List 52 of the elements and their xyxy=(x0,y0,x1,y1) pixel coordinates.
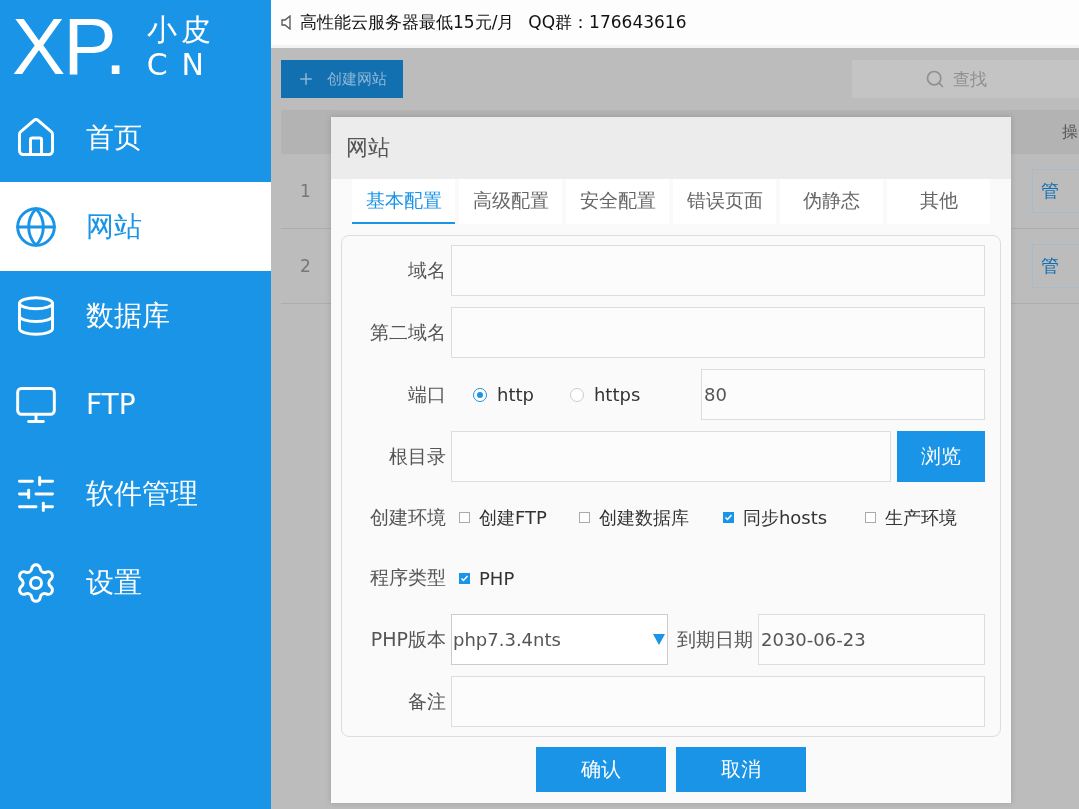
column-header: 操 xyxy=(1062,121,1078,143)
tab[interactable]: 错误页面 xyxy=(673,179,776,224)
tab[interactable]: 基本配置 xyxy=(352,179,455,224)
checkbox-option[interactable]: 生产环境 xyxy=(865,505,958,530)
field-label: 第二域名 xyxy=(369,319,447,345)
checkbox-option[interactable]: 创建FTP xyxy=(459,505,547,530)
dialog-title: 网站 xyxy=(331,117,1011,179)
field-label: 程序类型 xyxy=(369,565,447,591)
row-number: 1 xyxy=(299,181,312,201)
tab[interactable]: 安全配置 xyxy=(566,179,669,224)
version-select[interactable]: php7.3.4nts xyxy=(451,614,668,665)
input-field[interactable] xyxy=(451,307,985,358)
nav-item[interactable]: 设置 xyxy=(0,538,271,627)
field-label: PHP版本 xyxy=(369,626,447,652)
cancel-button[interactable]: 取消 xyxy=(676,747,806,792)
tab[interactable]: 高级配置 xyxy=(459,179,562,224)
port-field[interactable]: 80 xyxy=(701,369,985,420)
nav-item[interactable]: 软件管理 xyxy=(0,449,271,538)
checkbox-option[interactable]: PHP xyxy=(459,567,515,589)
row-number: 2 xyxy=(299,256,312,276)
nav-item[interactable]: 数据库 xyxy=(0,271,271,360)
nav-item[interactable]: 首页 xyxy=(0,93,271,182)
field-label: 备注 xyxy=(407,688,447,714)
input-field[interactable] xyxy=(451,245,985,296)
browse-button[interactable]: 浏览 xyxy=(897,431,985,482)
field-label: 端口 xyxy=(407,381,447,407)
nav-item[interactable]: FTP xyxy=(0,360,271,449)
tab[interactable]: 伪静态 xyxy=(780,179,883,224)
input-field[interactable] xyxy=(451,431,891,482)
checkbox-option[interactable]: 同步hosts xyxy=(722,505,828,530)
speaker-icon xyxy=(281,15,292,30)
field-label: 根目录 xyxy=(388,443,447,469)
nav-item[interactable]: 网站 xyxy=(0,182,271,271)
field-label: 域名 xyxy=(407,257,447,283)
search-icon xyxy=(924,69,945,89)
checkbox-option[interactable]: 创建数据库 xyxy=(578,505,689,530)
logo-text: 小皮 xyxy=(146,12,216,46)
caret-icon xyxy=(653,634,665,645)
confirm-button[interactable]: 确认 xyxy=(536,747,666,792)
notice-text: QQ群：176643616 xyxy=(528,11,687,34)
radio-option[interactable]: http xyxy=(473,384,534,405)
globe-icon xyxy=(14,204,58,249)
date-field[interactable]: 2030-06-23 xyxy=(758,614,985,665)
radio-option[interactable]: https xyxy=(569,384,641,405)
plus-icon xyxy=(297,70,315,88)
logo-mark: XP. xyxy=(12,6,125,87)
field-label: 创建环境 xyxy=(369,504,447,530)
notice-text: 高性能云服务器最低15元/月 xyxy=(300,11,515,34)
logo-text: CN xyxy=(146,47,219,81)
field-label: 到期日期 xyxy=(676,626,754,652)
tab[interactable]: 其他 xyxy=(887,179,990,224)
input-field[interactable] xyxy=(451,676,985,727)
